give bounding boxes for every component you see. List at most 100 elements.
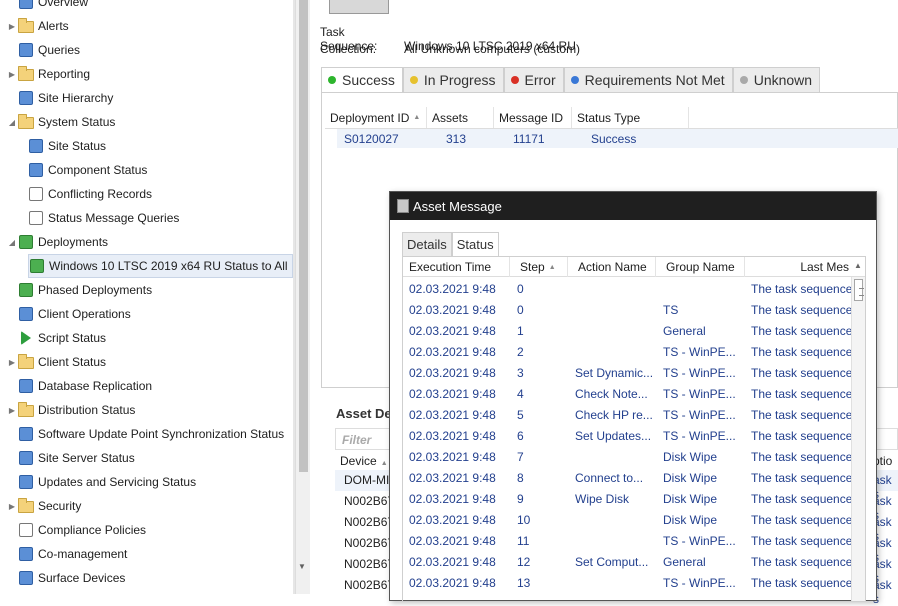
- expand-arrow-icon[interactable]: ▶: [6, 406, 18, 415]
- phased-deployments-icon: [18, 282, 34, 298]
- cell-execution-time: 02.03.2021 9:48: [409, 450, 496, 464]
- tree-item-5[interactable]: ◢ System Status: [6, 110, 115, 134]
- tree-item-17[interactable]: ▶ Distribution Status: [6, 398, 135, 422]
- tree-item-9[interactable]: Status Message Queries: [28, 206, 179, 230]
- cell-execution-time: 02.03.2021 9:48: [409, 513, 496, 527]
- tab-status-3[interactable]: Requirements Not Met: [563, 67, 733, 92]
- column-last-message[interactable]: Last Mes: [745, 257, 851, 277]
- status-row[interactable]: 02.03.2021 9:48 7 Disk Wipe The task sequen…: [403, 447, 852, 468]
- cell-step: 8: [517, 471, 524, 485]
- status-row[interactable]: 02.03.2021 9:48 10 Disk Wipe The task seque…: [403, 510, 852, 531]
- column-status-type[interactable]: Status Type: [572, 107, 689, 128]
- expand-arrow-icon[interactable]: ▶: [6, 70, 18, 79]
- collapse-arrow-icon[interactable]: ◢: [6, 238, 18, 247]
- tab-status-1[interactable]: In Progress: [402, 67, 504, 92]
- expand-arrow-icon[interactable]: ▶: [6, 502, 18, 511]
- column-group-name[interactable]: Group Name: [656, 257, 745, 277]
- status-row[interactable]: 02.03.2021 9:48 12 Set Comput... General The…: [403, 552, 853, 573]
- column-device[interactable]: Device ▲: [335, 454, 395, 468]
- tree-item-24[interactable]: Surface Devices: [6, 566, 125, 590]
- tree-item-7[interactable]: Component Status: [28, 158, 147, 182]
- scroll-down-arrow-icon[interactable]: ▼: [298, 562, 306, 571]
- status-row[interactable]: 02.03.2021 9:48 13 TS - WinPE... The task s…: [403, 573, 852, 594]
- cell-step: 4: [517, 387, 524, 401]
- status-row[interactable]: 02.03.2021 9:48 1 General The task sequence: [403, 321, 852, 342]
- tree-item-21[interactable]: ▶ Security: [6, 494, 81, 518]
- tree-item-label: System Status: [38, 115, 116, 129]
- column-message-id[interactable]: Message ID: [494, 107, 572, 128]
- asset-message-dialog: Asset Message Details Status Execution Ti…: [389, 191, 877, 602]
- tab-status-4[interactable]: Unknown: [732, 67, 821, 92]
- status-grid-scrollbar-thumb[interactable]: [854, 279, 864, 301]
- status-dot-icon: [328, 76, 336, 84]
- status-row[interactable]: 02.03.2021 9:48 9 Wipe Disk Disk Wipe The ta…: [403, 489, 852, 510]
- column-deployment-id[interactable]: Deployment ID ▲: [325, 107, 427, 128]
- status-row[interactable]: 02.03.2021 9:48 3 Set Dynamic... TS - WinPE…: [403, 363, 852, 384]
- cell-execution-time: 02.03.2021 9:48: [409, 555, 496, 569]
- dialog-tab-details[interactable]: Details: [402, 232, 452, 256]
- tree-item-18[interactable]: Software Update Point Synchronization St…: [6, 422, 284, 446]
- expand-arrow-icon[interactable]: ▶: [6, 358, 18, 367]
- status-row[interactable]: 02.03.2021 9:48 0 TS The task sequence: [403, 300, 852, 321]
- folder-icon-shape: [18, 402, 34, 417]
- tab-status-2[interactable]: Error: [503, 67, 564, 92]
- tree-item-14[interactable]: Script Status: [6, 326, 106, 350]
- status-message-queries-icon-shape: [29, 211, 43, 225]
- tree-item-0[interactable]: Overview: [6, 0, 88, 14]
- tree-item-1[interactable]: ▶ Alerts: [6, 14, 69, 38]
- expand-arrow-icon[interactable]: ▶: [6, 22, 18, 31]
- tree-item-8[interactable]: Conflicting Records: [28, 182, 152, 206]
- collapse-arrow-icon[interactable]: ◢: [6, 118, 18, 127]
- tree-item-15[interactable]: ▶ Client Status: [6, 350, 106, 374]
- overview-icon: [18, 0, 34, 10]
- scroll-up-arrow-icon[interactable]: ▲: [854, 261, 862, 270]
- tree-item-6[interactable]: Site Status: [28, 134, 106, 158]
- status-row[interactable]: 02.03.2021 9:48 2 TS - WinPE... The task se…: [403, 342, 852, 363]
- status-row[interactable]: 02.03.2021 9:48 6 Set Updates... TS - WinPE…: [403, 426, 852, 447]
- status-row[interactable]: 02.03.2021 9:48 4 Check Note... TS - WinPE.…: [403, 384, 852, 405]
- tree-scrollbar-thumb[interactable]: [299, 0, 308, 472]
- column-execution-time[interactable]: Execution Time: [403, 257, 510, 277]
- deployment-row[interactable]: S0120027 313 11171 Success: [337, 129, 898, 148]
- dialog-titlebar[interactable]: Asset Message: [390, 192, 876, 220]
- tree-item-13[interactable]: Client Operations: [6, 302, 131, 326]
- cell-last-message: The task sequence: [751, 555, 853, 569]
- cell-device: N002B67: [344, 557, 395, 571]
- tree-item-19[interactable]: Site Server Status: [6, 446, 135, 470]
- tree-item-3[interactable]: ▶ Reporting: [6, 62, 90, 86]
- tree-item-10[interactable]: ◢ Deployments: [6, 230, 108, 254]
- cell-status-type: Success: [591, 131, 637, 146]
- tree-item-11[interactable]: Windows 10 LTSC 2019 x64 RU Status to Al…: [28, 254, 293, 278]
- folder-icon: [18, 18, 34, 34]
- column-step[interactable]: Step ▲: [510, 257, 568, 277]
- cell-step: 5: [517, 408, 524, 422]
- cell-step: 0: [517, 303, 524, 317]
- tree-item-label: Alerts: [38, 19, 69, 33]
- deployments-grid-header: Deployment ID ▲ Assets Message ID Status …: [325, 107, 898, 129]
- tree-item-2[interactable]: Queries: [6, 38, 80, 62]
- status-grid-scrollbar[interactable]: [851, 277, 865, 601]
- status-dot-icon: [739, 76, 748, 84]
- tree-item-20[interactable]: Updates and Servicing Status: [6, 470, 196, 494]
- tree-item-label: Compliance Policies: [38, 523, 147, 537]
- column-assets[interactable]: Assets: [427, 107, 494, 128]
- tree-item-12[interactable]: Phased Deployments: [6, 278, 152, 302]
- status-row[interactable]: 02.03.2021 9:48 0 The task sequence: [403, 279, 852, 300]
- cell-device: N002B67: [344, 494, 395, 508]
- tree-scrollbar[interactable]: ▼: [295, 0, 310, 594]
- dialog-tab-status[interactable]: Status: [451, 232, 499, 256]
- tree-item-16[interactable]: Database Replication: [6, 374, 152, 398]
- sup-sync-icon: [18, 426, 34, 442]
- status-row[interactable]: 02.03.2021 9:48 5 Check HP re... TS - WinPE…: [403, 405, 852, 426]
- column-action-name[interactable]: Action Name: [568, 257, 656, 277]
- tree-item-22[interactable]: Compliance Policies: [6, 518, 146, 542]
- tree-item-label: Site Status: [48, 139, 107, 153]
- tree-item-4[interactable]: Site Hierarchy: [6, 86, 113, 110]
- tree-item-23[interactable]: Co-management: [6, 542, 127, 566]
- tab-status-0[interactable]: Success: [321, 67, 403, 92]
- sort-ascending-icon: ▲: [548, 263, 556, 271]
- status-row[interactable]: 02.03.2021 9:48 8 Connect to... Disk Wipe Th…: [403, 468, 852, 489]
- folder-icon: [18, 354, 34, 370]
- tab-label: Error: [524, 72, 556, 88]
- status-row[interactable]: 02.03.2021 9:48 11 TS - WinPE... The task s…: [403, 531, 852, 552]
